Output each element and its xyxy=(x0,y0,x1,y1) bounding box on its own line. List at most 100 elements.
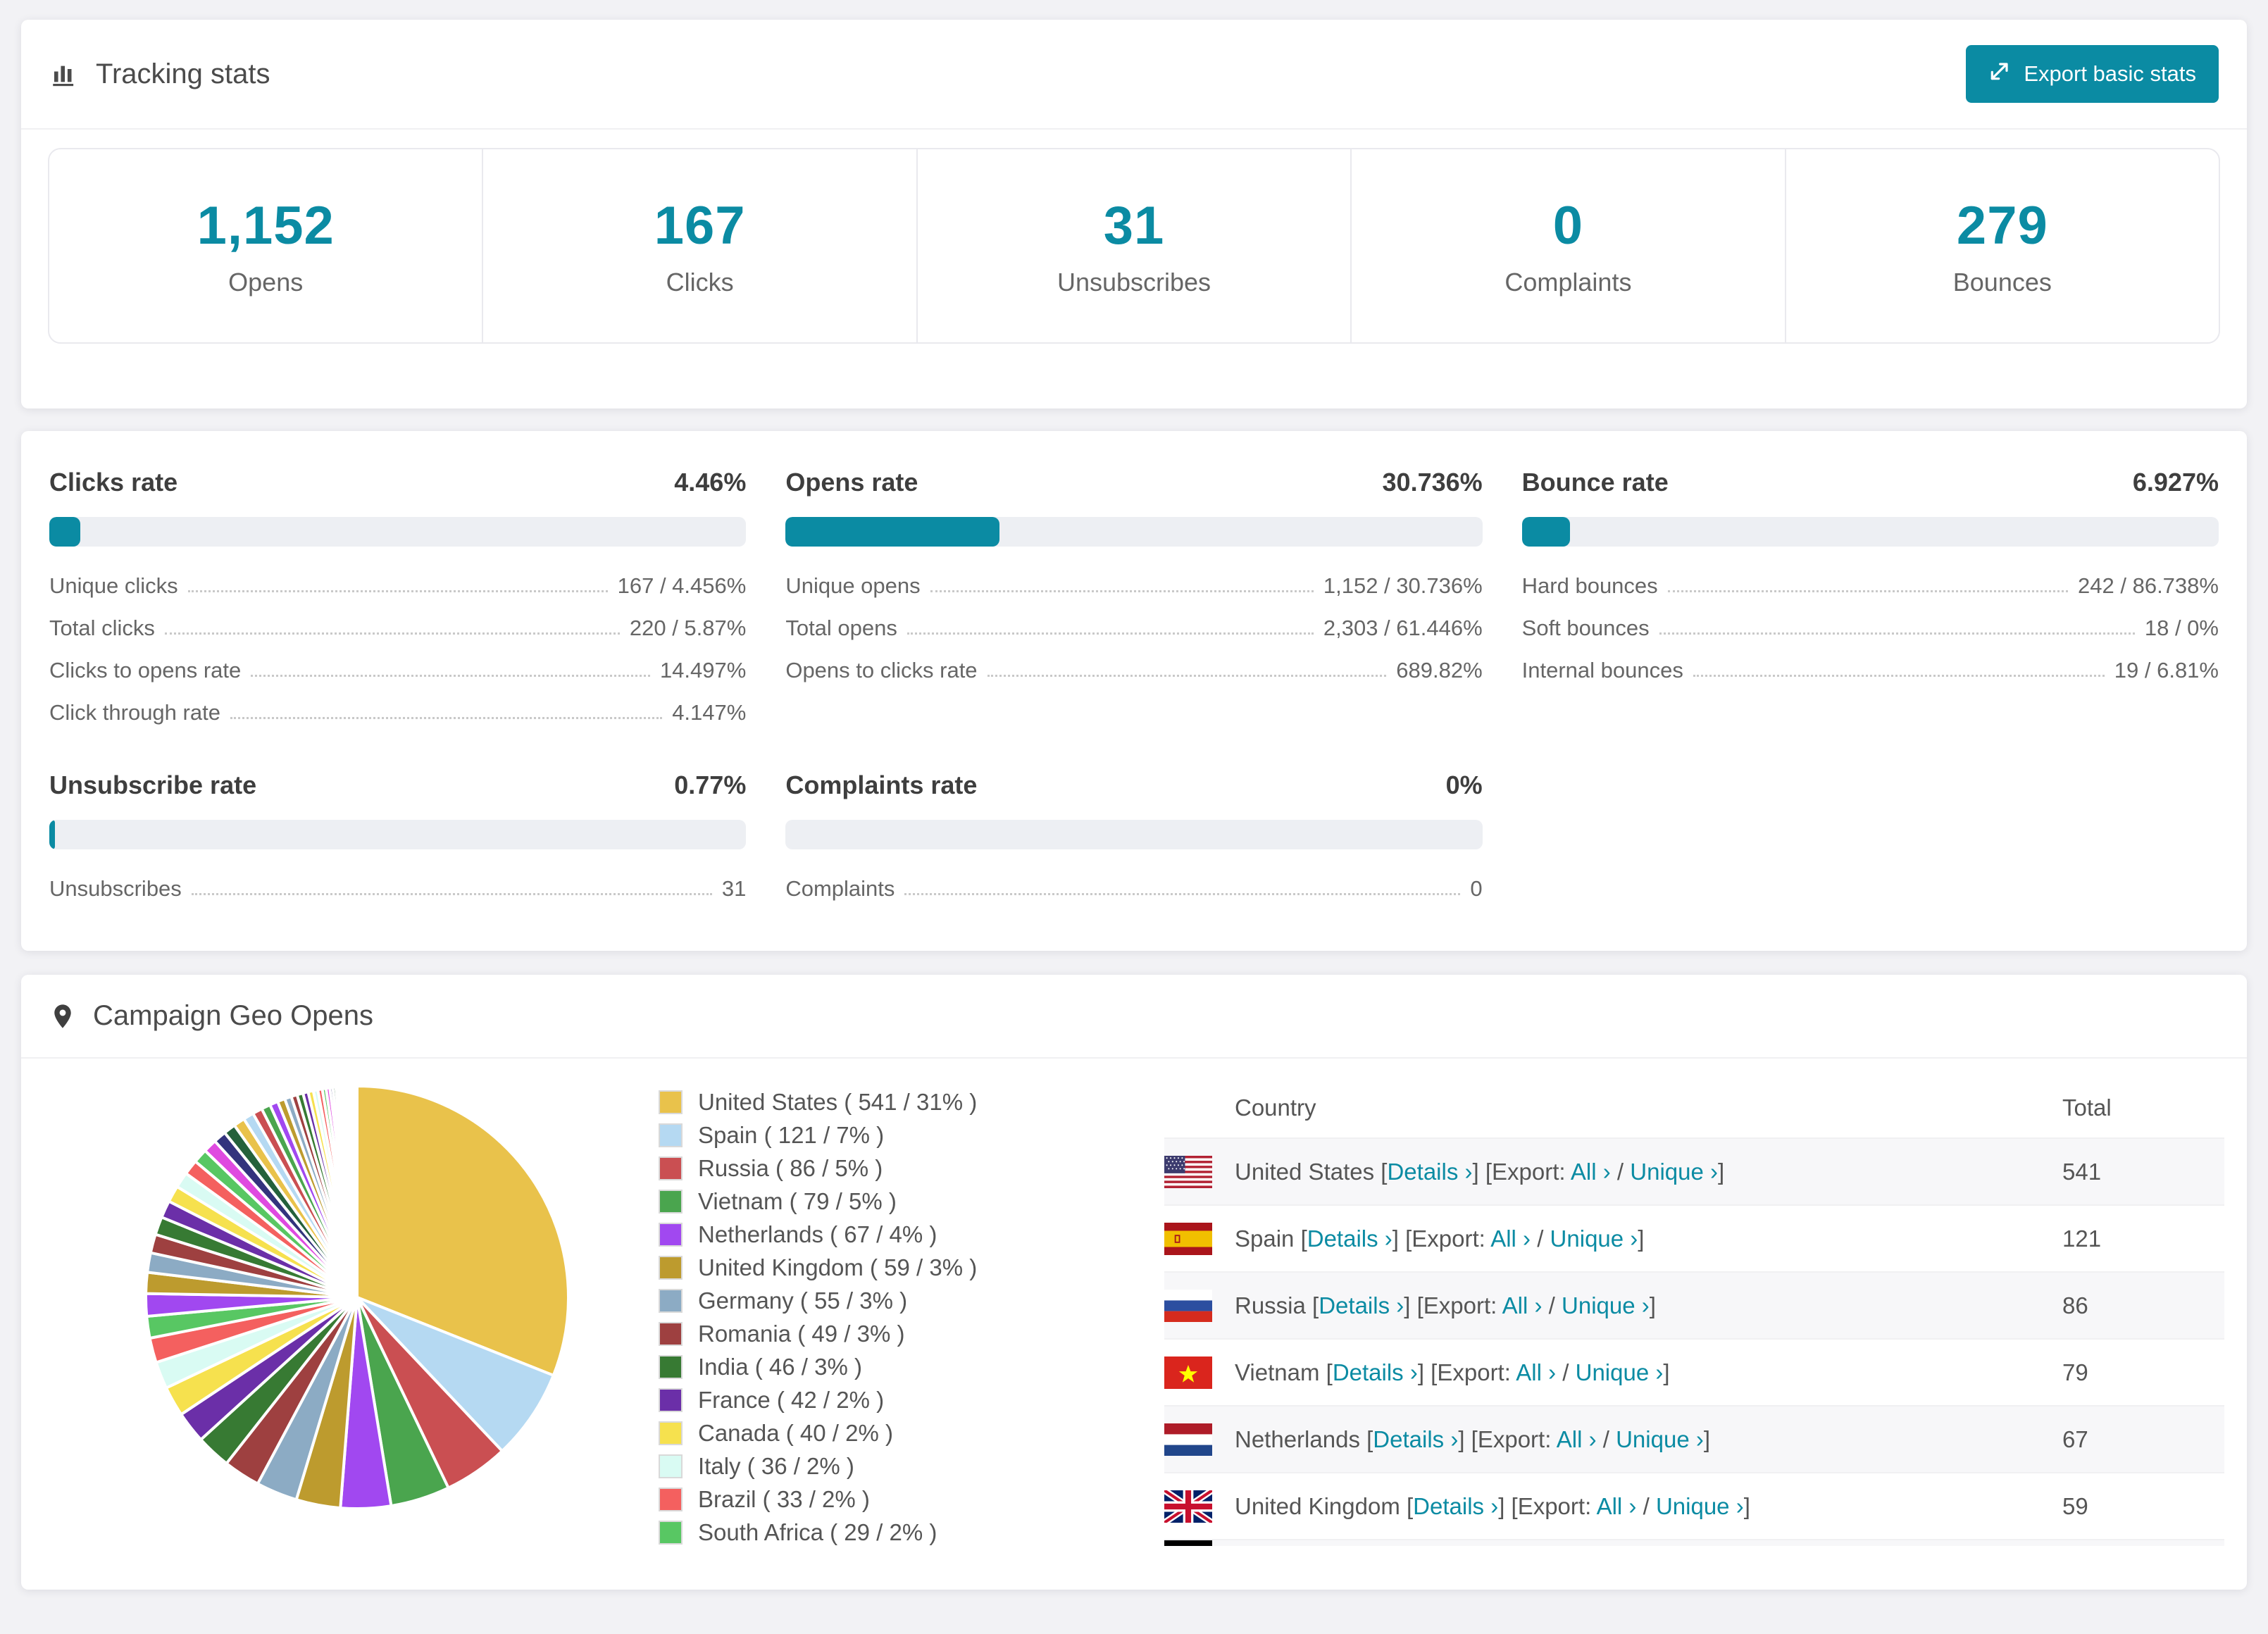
export-unique-link[interactable]: Unique › xyxy=(1656,1493,1744,1519)
legend-label: Italy ( 36 / 2% ) xyxy=(698,1452,854,1479)
vn-flag-icon xyxy=(1164,1356,1212,1389)
total-cell: 86 xyxy=(2062,1292,2088,1318)
details-link[interactable]: Details › xyxy=(1319,1292,1404,1318)
pie-slice-other-47 xyxy=(354,1084,359,1299)
stat-label: Unsubscribes xyxy=(1057,267,1211,297)
details-link[interactable]: Details › xyxy=(1413,1493,1498,1519)
stat-clicks: 167 Clicks xyxy=(482,149,916,342)
legend-label: Germany ( 55 / 3% ) xyxy=(698,1287,908,1314)
geo-table-row-united-states: United States [Details ›] [Export: All ›… xyxy=(1164,1137,2224,1204)
legend-item-russia: Russia ( 86 / 5% ) xyxy=(659,1152,1164,1185)
legend-swatch xyxy=(659,1123,683,1147)
dotted-leader xyxy=(1693,675,2105,677)
ru-flag-icon xyxy=(1164,1289,1212,1322)
clicks-rate-progress-fill xyxy=(49,517,81,547)
total-cell: 67 xyxy=(2062,1426,2088,1452)
bounce-rate-head: Bounce rate 6.927% xyxy=(1522,468,2219,497)
dotted-leader xyxy=(1667,590,2069,592)
rates-card: Clicks rate 4.46% Unique clicks 167 / 4.456… xyxy=(21,431,2247,951)
dotted-leader xyxy=(230,717,663,719)
export-all-link[interactable]: All › xyxy=(1557,1426,1597,1452)
bounce-rate-block: Bounce rate 6.927% Hard bounces 242 / 86.73… xyxy=(1521,468,2219,725)
map-pin-icon xyxy=(49,1001,76,1032)
export-basic-stats-button[interactable]: Export basic stats xyxy=(1966,45,2219,103)
geo-pie-wrap xyxy=(49,1078,659,1549)
clicks-rate-details: Unique clicks 167 / 4.456% Total clicks 220… xyxy=(49,556,746,725)
opens-rate-details: Unique opens 1,152 / 30.736% Total opens 2,… xyxy=(785,556,1482,683)
campaign-geo-opens-card: Campaign Geo Opens United States ( 541 /… xyxy=(21,975,2247,1590)
export-unique-link[interactable]: Unique › xyxy=(1576,1359,1664,1385)
unsubscribe-rate-progress-track xyxy=(49,820,747,849)
legend-swatch xyxy=(659,1156,683,1180)
geo-table-row-vietnam: Vietnam [Details ›] [Export: All › / Uni… xyxy=(1164,1338,2224,1405)
legend-item-france: France ( 42 / 2% ) xyxy=(659,1383,1164,1416)
unsubscribe-rate-progress-fill xyxy=(49,820,55,849)
geo-table-row-spain: Spain [Details ›] [Export: All › / Uniqu… xyxy=(1164,1204,2224,1271)
export-all-link[interactable]: All › xyxy=(1571,1159,1611,1185)
legend-swatch xyxy=(659,1454,683,1478)
geo-table-header: Country Total xyxy=(1164,1078,2224,1137)
bounce-rate-row: Hard bounces 242 / 86.738% xyxy=(1521,573,2219,599)
legend-swatch xyxy=(659,1255,683,1280)
export-unique-link[interactable]: Unique › xyxy=(1562,1292,1650,1318)
legend-label: France ( 42 / 2% ) xyxy=(698,1386,885,1413)
legend-swatch xyxy=(659,1090,683,1114)
opens-rate-head: Opens rate 30.736% xyxy=(785,468,1482,497)
legend-item-italy: Italy ( 36 / 2% ) xyxy=(659,1449,1164,1483)
export-all-link[interactable]: All › xyxy=(1490,1226,1531,1252)
bar-chart-icon xyxy=(49,59,79,89)
export-icon xyxy=(1988,60,2011,88)
page-title: Tracking stats xyxy=(96,58,270,89)
opens-rate-block: Opens rate 30.736% Unique opens 1,152 / 30.… xyxy=(785,468,1483,725)
unsubscribe-rate-block: Unsubscribe rate 0.77% Unsubscribes 31 xyxy=(49,771,747,902)
clicks-rate-row: Clicks to opens rate 14.497% xyxy=(49,658,747,683)
details-link[interactable]: Details › xyxy=(1387,1159,1472,1185)
summary-stats-box: 1,152 Opens 167 Clicks 31 Unsubscribes 0 Compla… xyxy=(48,148,2220,344)
stat-complaints: 0 Complaints xyxy=(1350,149,1784,342)
details-link[interactable]: Details › xyxy=(1373,1426,1458,1452)
bounce-rate-progress-track xyxy=(1521,517,2219,547)
legend-item-united-kingdom: United Kingdom ( 59 / 3% ) xyxy=(659,1251,1164,1284)
clicks-rate-title: Clicks rate xyxy=(49,468,178,497)
legend-label: Romania ( 49 / 3% ) xyxy=(698,1320,905,1347)
details-link[interactable]: Details › xyxy=(1307,1226,1392,1252)
tracking-stats-title: Tracking stats xyxy=(49,58,270,90)
export-all-link[interactable]: All › xyxy=(1502,1292,1543,1318)
stat-value: 31 xyxy=(1103,195,1165,256)
total-cell: 59 xyxy=(2062,1492,2088,1519)
export-unique-link[interactable]: Unique › xyxy=(1630,1159,1718,1185)
country-cell: Vietnam [Details ›] [Export: All › / Uni… xyxy=(1235,1359,1670,1385)
geo-table-row-netherlands: Netherlands [Details ›] [Export: All › /… xyxy=(1164,1405,2224,1472)
legend-label: Vietnam ( 79 / 5% ) xyxy=(698,1187,897,1214)
details-link[interactable]: Details › xyxy=(1333,1359,1418,1385)
export-all-link[interactable]: All › xyxy=(1516,1359,1556,1385)
export-unique-link[interactable]: Unique › xyxy=(1550,1226,1638,1252)
complaints-rate-title: Complaints rate xyxy=(785,771,978,799)
country-cell: Russia [Details ›] [Export: All › / Uniq… xyxy=(1235,1292,1656,1318)
bounce-rate-title: Bounce rate xyxy=(1521,468,1669,497)
column-header-country: Country xyxy=(1235,1094,1316,1121)
total-cell: 541 xyxy=(2062,1158,2102,1185)
export-unique-link[interactable]: Unique › xyxy=(1616,1426,1704,1452)
de-flag-icon xyxy=(1164,1540,1212,1546)
stat-value: 0 xyxy=(1552,195,1584,256)
geo-header: Campaign Geo Opens xyxy=(21,975,2247,1057)
bounce-rate-details: Hard bounces 242 / 86.738% Soft bounces 18 … xyxy=(1522,556,2219,683)
stat-label: Opens xyxy=(228,267,304,297)
legend-label: United Kingdom ( 59 / 3% ) xyxy=(698,1254,978,1280)
tracking-stats-header: Tracking stats Export basic stats xyxy=(21,20,2247,128)
geo-country-table: Country Total United States [Details ›] … xyxy=(1164,1078,2224,1546)
legend-item-canada: Canada ( 40 / 2% ) xyxy=(659,1416,1164,1449)
legend-swatch xyxy=(659,1487,683,1511)
geo-table-row-russia: Russia [Details ›] [Export: All › / Uniq… xyxy=(1164,1271,2224,1338)
stat-unsubscribes: 31 Unsubscribes xyxy=(916,149,1350,342)
legend-swatch xyxy=(659,1421,683,1445)
dotted-leader xyxy=(191,893,712,895)
bounce-rate-row: Internal bounces 19 / 6.81% xyxy=(1521,658,2219,683)
nl-flag-icon xyxy=(1164,1423,1212,1456)
export-all-link[interactable]: All › xyxy=(1597,1493,1637,1519)
unsubscribe-rate-value: 0.77% xyxy=(674,771,747,799)
dotted-leader xyxy=(904,893,1461,895)
legend-label: United States ( 541 / 31% ) xyxy=(698,1088,978,1115)
legend-label: Russia ( 86 / 5% ) xyxy=(698,1154,883,1181)
